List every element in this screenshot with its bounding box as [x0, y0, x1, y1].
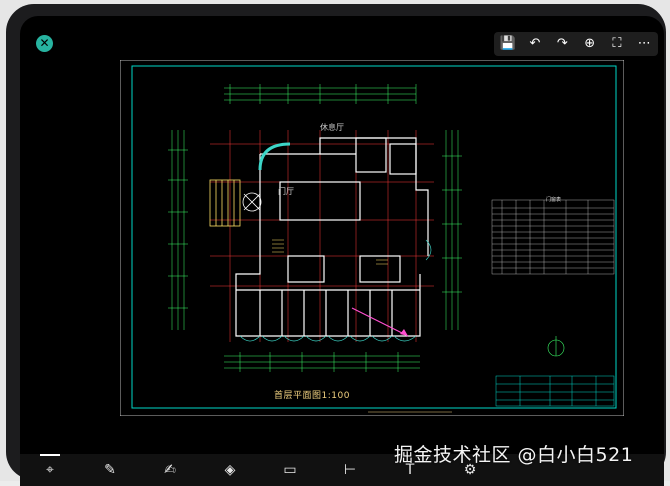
tablet-bezel: ✕ 💾 ↶ ↷ ⊕ ⛶ ⋯ 休息厅 门厅 门窗表 首层平面图1:100 ⌖ ✎ … — [6, 4, 666, 486]
cad-drawing-canvas[interactable] — [120, 60, 624, 416]
building-walls — [235, 137, 429, 337]
undo-icon[interactable]: ↶ — [525, 32, 545, 56]
room-label-lounge: 休息厅 — [320, 123, 344, 132]
bottom-dimension-lines — [224, 352, 420, 372]
save-icon[interactable]: 💾 — [498, 32, 518, 56]
top-toolbar: 💾 ↶ ↷ ⊕ ⛶ ⋯ — [494, 32, 658, 56]
device-frame: ✕ 💾 ↶ ↷ ⊕ ⛶ ⋯ 休息厅 门厅 门窗表 首层平面图1:100 ⌖ ✎ … — [0, 0, 670, 486]
revolving-door — [242, 192, 262, 212]
left-dimension-lines — [168, 130, 188, 330]
title-block — [495, 375, 615, 407]
door-schedule-table — [491, 199, 615, 275]
measure-icon[interactable]: ⌖ — [20, 454, 80, 486]
more-icon[interactable]: ⋯ — [634, 32, 654, 56]
door-schedule-title: 门窗表 — [546, 197, 562, 203]
zoom-icon[interactable]: ⊕ — [580, 32, 600, 56]
fullscreen-icon[interactable]: ⛶ — [607, 32, 627, 56]
dimension-icon[interactable]: ⊢ — [320, 454, 380, 486]
entrance-stair — [209, 179, 241, 227]
layers-icon[interactable]: ◈ — [200, 454, 260, 486]
drawing-caption: 首层平面图1:100 — [274, 391, 350, 401]
right-dimension-lines — [442, 130, 462, 330]
close-icon[interactable]: ✕ — [36, 35, 53, 52]
inner-frame — [131, 65, 617, 409]
annotation-arrow — [351, 307, 409, 337]
app-screen: ✕ 💾 ↶ ↷ ⊕ ⛶ ⋯ 休息厅 门厅 门窗表 首层平面图1:100 ⌖ ✎ … — [20, 16, 664, 486]
redo-icon[interactable]: ↷ — [552, 32, 572, 56]
watermark-text: 掘金技术社区 @白小白521 — [394, 444, 634, 466]
stair-hatch — [272, 239, 388, 265]
pen-icon[interactable]: ✎ — [80, 454, 140, 486]
top-dimension-lines — [224, 84, 417, 104]
north-arrow-icon — [547, 336, 565, 357]
curved-wall — [258, 142, 291, 171]
room-label-hall: 门厅 — [278, 187, 294, 196]
edit-icon[interactable]: ✍ — [140, 454, 200, 486]
axis-grid — [210, 130, 434, 342]
ruler-icon[interactable]: ▭ — [260, 454, 320, 486]
